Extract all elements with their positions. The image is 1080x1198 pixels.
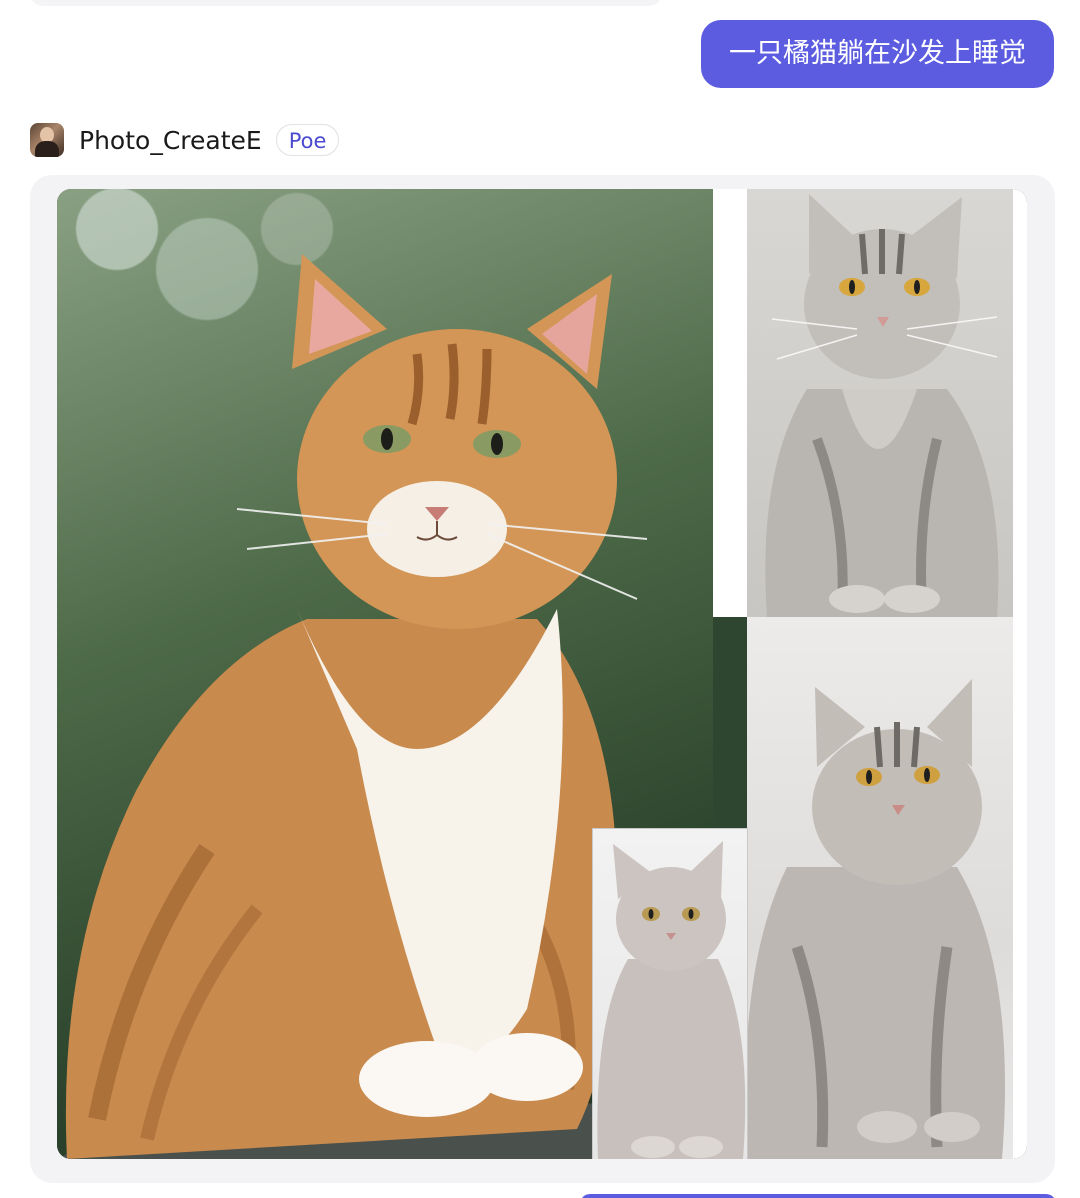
poe-badge: Poe	[275, 124, 340, 156]
bot-header: Photo_CreateE Poe	[30, 122, 340, 158]
grey-cat-image-3	[592, 828, 748, 1159]
previous-message-bubble	[30, 0, 662, 6]
bot-response-card	[30, 175, 1055, 1183]
grey-cat-image-2	[747, 617, 1013, 1159]
bot-avatar-icon[interactable]	[30, 123, 64, 157]
image-edge-strip	[1013, 189, 1027, 1159]
next-message-bubble	[580, 1194, 1056, 1198]
user-message-bubble: 一只橘猫躺在沙发上睡觉	[701, 20, 1054, 88]
bot-name[interactable]: Photo_CreateE	[79, 126, 262, 155]
generated-image[interactable]	[57, 189, 1027, 1159]
grey-cat-illustration-2	[747, 679, 1005, 1159]
grey-cat-illustration-1	[765, 194, 999, 617]
grey-cat-image-1	[713, 189, 1013, 617]
chat-thread: 一只橘猫躺在沙发上睡觉 Photo_CreateE Poe	[0, 0, 1080, 1198]
grey-cat-illustration-3	[597, 841, 746, 1159]
